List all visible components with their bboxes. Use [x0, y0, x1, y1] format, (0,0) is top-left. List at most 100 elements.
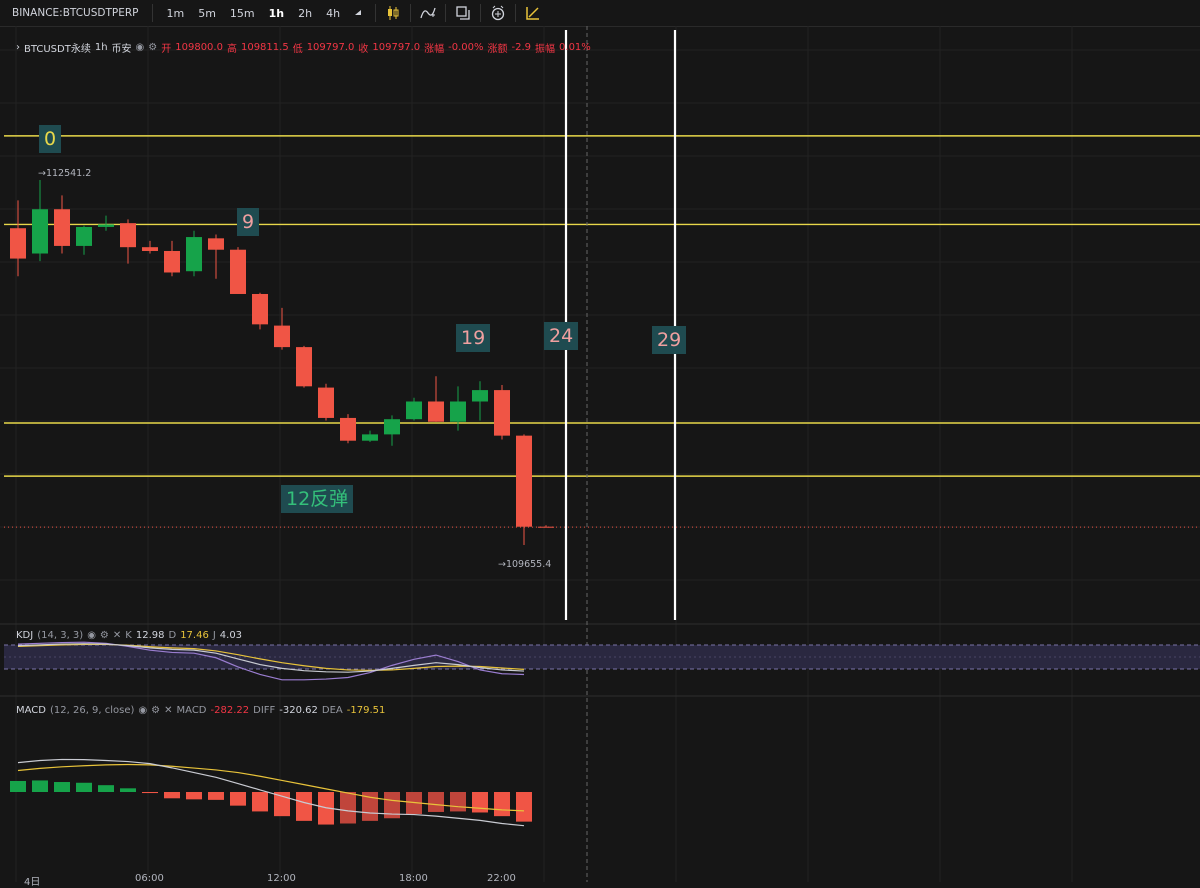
candle-body: [32, 209, 48, 254]
close-icon[interactable]: ✕: [164, 705, 172, 716]
candle-body: [142, 247, 158, 251]
low-value: 109797.0: [306, 42, 355, 53]
divider: [375, 4, 377, 22]
candle-body: [516, 435, 532, 527]
drawing-icon[interactable]: [522, 2, 544, 24]
candle-body: [494, 390, 510, 436]
macd-histogram-bar: [164, 792, 180, 799]
timeframe-4h[interactable]: 4h: [319, 7, 347, 20]
chart-canvas[interactable]: [0, 26, 1200, 882]
annotation-19[interactable]: 19: [456, 324, 491, 352]
candle-body: [98, 224, 114, 227]
macd-histogram-bar: [142, 792, 158, 794]
toolbar: BINANCE:BTCUSDTPERP 1m 5m 15m 1h 2h 4h: [0, 0, 1200, 27]
annotation-29[interactable]: 29: [652, 326, 687, 354]
change-value: -2.9: [511, 42, 532, 53]
diff-label: DIFF: [253, 705, 276, 716]
candle-body: [406, 401, 422, 420]
divider: [445, 4, 447, 22]
macd-histogram-bar: [32, 780, 48, 792]
candle-body: [120, 223, 136, 248]
candle-body: [186, 237, 202, 272]
macd-name: MACD: [16, 705, 46, 716]
macd-histogram-bar: [252, 792, 268, 812]
time-label-3: 18:00: [399, 873, 428, 884]
candle-body: [252, 293, 268, 325]
kdj-d-value: 17.46: [180, 630, 209, 641]
macd-histogram-bar: [494, 792, 510, 817]
candle-body: [274, 325, 290, 348]
alert-icon[interactable]: [487, 2, 509, 24]
macd-histogram-bar: [186, 792, 202, 800]
candle-body: [296, 347, 312, 387]
time-label-2: 12:00: [267, 873, 296, 884]
compare-icon[interactable]: [452, 2, 474, 24]
kdj-legend: KDJ (14, 3, 3) ◉ ⚙ ✕ K 12.98 D 17.46 J 4…: [16, 630, 242, 641]
eye-icon[interactable]: ◉: [87, 630, 96, 641]
dea-value: -179.51: [346, 705, 386, 716]
divider: [515, 4, 517, 22]
time-label-0: 4日: [24, 877, 41, 888]
macd-histogram-bar: [428, 792, 444, 812]
candle-body: [428, 401, 444, 422]
candle-body: [164, 250, 180, 273]
change-pct-label: 涨幅: [424, 44, 445, 55]
candle-body: [340, 417, 356, 441]
symbol-search[interactable]: BINANCE:BTCUSDTPERP: [0, 7, 146, 19]
indicator-icon[interactable]: [417, 2, 439, 24]
diff-value: -320.62: [279, 705, 318, 716]
annotation-0[interactable]: 0: [39, 125, 62, 153]
annotation-rebound[interactable]: 12反弹: [281, 485, 354, 513]
timeframe-1h[interactable]: 1h: [262, 7, 292, 20]
kdj-j-value: 4.03: [219, 630, 243, 641]
annotation-9[interactable]: 9: [237, 208, 260, 236]
time-label-4: 22:00: [487, 873, 516, 884]
settings-icon[interactable]: ⚙: [151, 705, 160, 716]
dea-label: DEA: [321, 705, 343, 716]
open-value: 109800.0: [175, 42, 223, 53]
macd-diff-line: [17, 758, 525, 827]
kdj-k-value: 12.98: [135, 630, 165, 641]
macd-histogram-bar: [98, 785, 114, 792]
settings-icon[interactable]: ⚙: [148, 42, 157, 53]
kdj-j-label: J: [212, 630, 216, 641]
annotation-24[interactable]: 24: [544, 322, 579, 350]
candlestick-icon[interactable]: [382, 2, 404, 24]
divider: [480, 4, 482, 22]
macd-histogram-bar: [516, 792, 532, 822]
kdj-params: (14, 3, 3): [37, 630, 84, 641]
timeframe-5m[interactable]: 5m: [191, 7, 223, 20]
macd-histogram-bar: [340, 792, 356, 824]
candle-body: [54, 209, 70, 246]
legend-interval: 1h: [94, 42, 108, 53]
caret-down-icon[interactable]: [347, 2, 369, 24]
macd-histogram-bar: [10, 780, 26, 792]
candle-body: [384, 419, 400, 435]
legend-chevron-icon[interactable]: ›: [16, 42, 20, 53]
settings-icon[interactable]: ⚙: [100, 630, 109, 641]
candle-body: [10, 228, 26, 259]
divider: [152, 4, 154, 22]
kdj-k-label: K: [125, 630, 132, 641]
high-price-marker: →112541.2: [38, 168, 92, 179]
macd-histogram-bar: [296, 792, 312, 821]
macd-histogram-bar: [208, 792, 224, 800]
close-icon[interactable]: ✕: [113, 630, 121, 641]
eye-icon[interactable]: ◉: [138, 705, 147, 716]
candle-body: [76, 226, 92, 246]
eye-icon[interactable]: ◉: [136, 42, 145, 53]
timeframe-1m[interactable]: 1m: [159, 7, 191, 20]
macd-dea-line: [17, 763, 525, 812]
timeframe-15m[interactable]: 15m: [223, 7, 262, 20]
timeframe-2h[interactable]: 2h: [291, 7, 319, 20]
candle-body: [538, 526, 554, 528]
high-label: 高: [226, 44, 237, 55]
kdj-d-label: D: [168, 630, 177, 641]
macd-histogram-bar: [120, 788, 136, 792]
amplitude-label: 振幅: [535, 44, 556, 55]
time-label-1: 06:00: [135, 873, 164, 884]
macd-histogram-bar: [450, 792, 466, 812]
legend-symbol: BTCUSDT永续: [24, 44, 91, 55]
high-value: 109811.5: [240, 42, 289, 53]
macd-value: -282.22: [210, 705, 250, 716]
